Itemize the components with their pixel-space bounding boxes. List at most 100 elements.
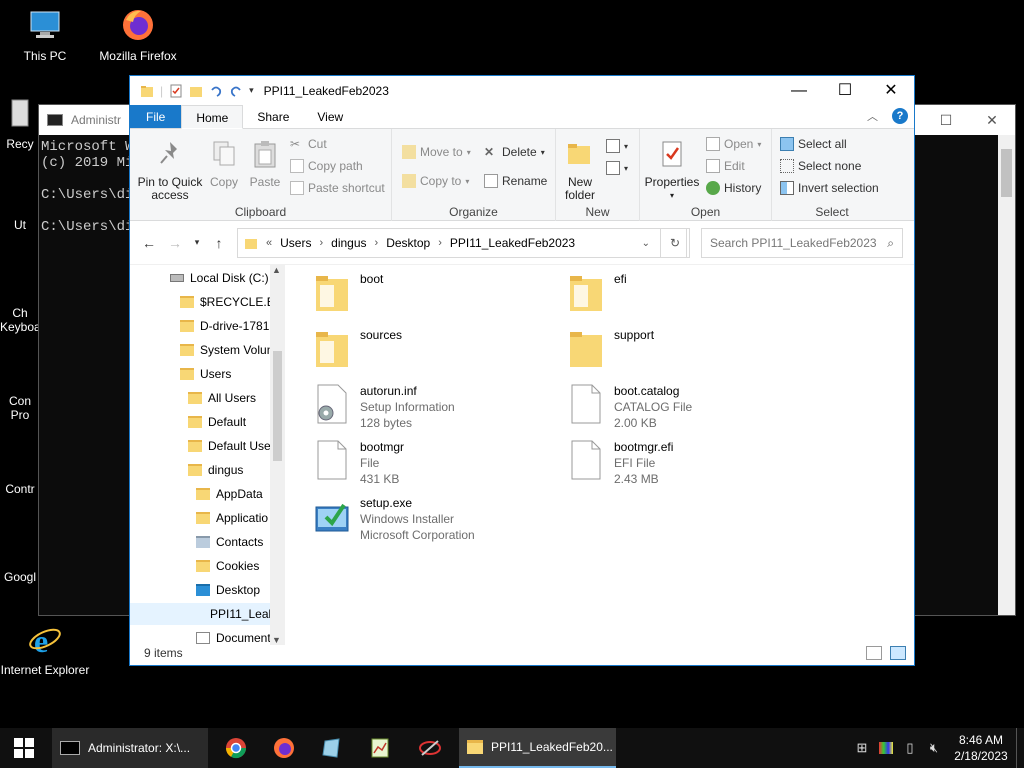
file-list[interactable]: boot efi sources support autorun.inf Set… xyxy=(300,265,900,645)
scroll-up-icon[interactable]: ▲ xyxy=(272,265,281,275)
chevron-right-icon[interactable]: › xyxy=(319,237,323,249)
address-input[interactable]: « Users › dingus › Desktop › PPI11_Leake… xyxy=(237,228,687,258)
new-folder-button[interactable]: New folder xyxy=(560,139,600,202)
tree-item[interactable]: Cookies xyxy=(196,555,259,577)
rename-button[interactable]: Rename xyxy=(484,174,547,188)
invert-selection-button[interactable]: Invert selection xyxy=(780,181,879,195)
taskbar-chrome[interactable] xyxy=(216,728,256,768)
new-item-button[interactable]: ▾ xyxy=(606,139,628,153)
explorer-titlebar[interactable]: | ▾ PPI11_LeakedFeb2023 — ☐ ✕ xyxy=(130,76,914,105)
file-item-bootmgr[interactable]: bootmgr File 431 KB xyxy=(314,439,404,487)
details-view-button[interactable] xyxy=(866,646,882,660)
refresh-button[interactable]: ↻ xyxy=(660,228,690,258)
recent-locations-button[interactable]: ▾ xyxy=(188,237,206,248)
undo-icon[interactable] xyxy=(209,84,223,98)
tab-file[interactable]: File xyxy=(130,105,182,128)
volume-muted-icon[interactable]: 🔇︎ xyxy=(922,740,946,756)
copy-to-button[interactable]: Copy to ▾ xyxy=(402,174,469,188)
network-icon[interactable]: ⊞ xyxy=(850,740,874,756)
cut-button[interactable]: ✂ Cut xyxy=(290,137,327,151)
tree-item[interactable]: Users xyxy=(180,363,231,385)
address-dropdown-icon[interactable]: ⌄ xyxy=(642,238,650,249)
new-folder-qa-icon[interactable] xyxy=(189,84,203,98)
desktop-icon-control[interactable]: Contr xyxy=(0,482,40,496)
tiles-view-button[interactable] xyxy=(890,646,906,660)
tree-item[interactable]: Default User xyxy=(188,435,275,457)
maximize-button[interactable]: ☐ xyxy=(822,76,868,105)
select-all-button[interactable]: Select all xyxy=(780,137,847,151)
minimize-button[interactable]: — xyxy=(776,76,822,105)
breadcrumb-overflow[interactable]: « xyxy=(266,237,272,249)
up-button[interactable]: ↑ xyxy=(206,235,232,251)
properties-button[interactable]: Properties ▾ xyxy=(644,139,700,202)
desktop-icon-keyboard[interactable]: Ch Keyboa xyxy=(0,306,41,334)
start-button[interactable] xyxy=(0,728,48,768)
tree-item-local-disk[interactable]: Local Disk (C:) xyxy=(170,267,269,289)
file-item-boot[interactable]: boot xyxy=(314,271,383,313)
show-desktop-button[interactable] xyxy=(1016,728,1024,768)
breadcrumb-current[interactable]: PPI11_LeakedFeb2023 xyxy=(450,236,575,250)
navigation-scrollbar[interactable]: ▲ ▼ xyxy=(270,265,285,645)
move-to-button[interactable]: Move to ▾ xyxy=(402,145,471,159)
close-button[interactable]: ✕ xyxy=(868,76,914,105)
tree-item[interactable]: AppData xyxy=(196,483,263,505)
tree-item[interactable]: Default xyxy=(188,411,246,433)
taskbar-app-2[interactable] xyxy=(360,728,400,768)
console-close-button[interactable]: ✕ xyxy=(969,105,1015,135)
edit-button[interactable]: Edit xyxy=(706,159,745,173)
tab-home[interactable]: Home xyxy=(181,105,244,129)
tree-item[interactable]: D-drive-17817 xyxy=(180,315,276,337)
file-item-bootmgr-efi[interactable]: bootmgr.efi EFI File 2.43 MB xyxy=(568,439,673,487)
breadcrumb-desktop[interactable]: Desktop xyxy=(386,236,430,250)
desktop-icon-ut[interactable]: Ut xyxy=(0,218,40,232)
file-item-autorun[interactable]: autorun.inf Setup Information 128 bytes xyxy=(314,383,455,431)
forward-button[interactable]: → xyxy=(162,235,188,251)
delete-button[interactable]: ✕ Delete ▾ xyxy=(484,145,545,159)
easy-access-button[interactable]: ▾ xyxy=(606,161,628,175)
file-item-support[interactable]: support xyxy=(568,327,654,369)
breadcrumb-users[interactable]: Users xyxy=(280,236,311,250)
desktop-icon-ie[interactable]: e Internet Explorer xyxy=(0,622,90,677)
taskbar-app-1[interactable] xyxy=(312,728,352,768)
navigation-scroll-thumb[interactable] xyxy=(273,351,282,461)
qa-customize-icon[interactable]: ▾ xyxy=(249,85,254,96)
select-none-button[interactable]: Select none xyxy=(780,159,861,173)
display-icon[interactable] xyxy=(874,742,898,754)
desktop-icon-recycle[interactable]: Recy xyxy=(0,96,40,151)
tree-item[interactable]: Desktop xyxy=(196,579,260,601)
history-button[interactable]: History xyxy=(706,181,761,195)
paste-shortcut-button[interactable]: Paste shortcut xyxy=(290,181,385,195)
tab-view[interactable]: View xyxy=(303,105,357,128)
tree-item[interactable]: Contacts xyxy=(196,531,263,553)
console-scrollbar[interactable] xyxy=(998,135,1015,615)
tree-item-selected[interactable]: PPI11_Leak xyxy=(130,603,275,625)
taskbar-cmd[interactable]: Administrator: X:\... xyxy=(52,728,208,768)
tab-share[interactable]: Share xyxy=(243,105,303,128)
pin-quick-access-button[interactable]: Pin to Quick access xyxy=(136,139,204,202)
tree-item[interactable]: System Volum xyxy=(180,339,277,361)
properties-qa-icon[interactable] xyxy=(169,84,183,98)
open-button[interactable]: Open ▾ xyxy=(706,137,761,151)
console-maximize-button[interactable]: ☐ xyxy=(923,105,969,135)
copy-button[interactable]: Copy xyxy=(206,139,242,189)
desktop-icon-console[interactable]: Con Pro xyxy=(0,394,40,422)
chevron-right-icon[interactable]: › xyxy=(438,237,442,249)
redo-icon[interactable] xyxy=(229,84,243,98)
file-item-sources[interactable]: sources xyxy=(314,327,402,369)
navigation-pane[interactable]: Local Disk (C:) $RECYCLE.BIN D-drive-178… xyxy=(130,265,285,645)
chevron-right-icon[interactable]: › xyxy=(375,237,379,249)
file-item-boot-catalog[interactable]: boot.catalog CATALOG File 2.00 KB xyxy=(568,383,692,431)
taskbar-app-3[interactable] xyxy=(408,728,452,768)
tree-item[interactable]: Applicatio xyxy=(196,507,268,529)
help-icon[interactable]: ? xyxy=(892,108,908,124)
paste-button[interactable]: Paste xyxy=(246,139,284,189)
clock[interactable]: 8:46 AM 2/18/2023 xyxy=(946,732,1016,764)
taskbar-explorer[interactable]: PPI11_LeakedFeb20... xyxy=(459,728,616,768)
desktop-icon-firefox[interactable]: Mozilla Firefox xyxy=(93,8,183,63)
back-button[interactable]: ← xyxy=(136,235,162,251)
taskbar-firefox[interactable] xyxy=(264,728,304,768)
tree-item[interactable]: dingus xyxy=(188,459,243,481)
search-input[interactable]: Search PPI11_LeakedFeb2023 ⌕ xyxy=(701,228,903,258)
desktop-icon-google[interactable]: Googl xyxy=(0,570,40,584)
console-scroll-thumb[interactable] xyxy=(1001,149,1012,197)
